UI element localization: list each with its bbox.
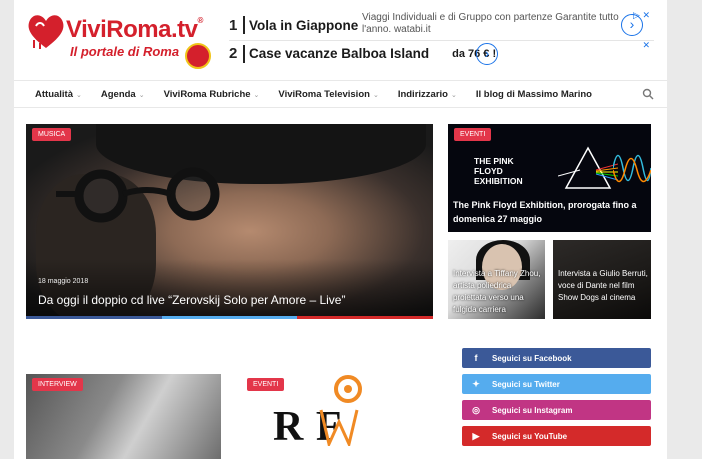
nav-item-agenda[interactable]: Agenda ⌄: [101, 89, 145, 100]
poster-title: THE PINK FLOYD EXHIBITION: [474, 156, 523, 186]
w-logo-icon: [319, 409, 359, 446]
youtube-follow-button[interactable]: ▶ Seguici su YouTube: [462, 426, 651, 446]
prism-icon: [558, 146, 618, 189]
ad-title[interactable]: Case vacanze Balboa Island: [249, 46, 429, 61]
ad-item[interactable]: 1 Vola in Giappone Viaggi Individuali e …: [229, 12, 654, 38]
article-date: 18 maggio 2018: [38, 278, 89, 285]
category-badge[interactable]: INTERVIEW: [32, 378, 83, 391]
ad-banner: 1 Vola in Giappone Viaggi Individuali e …: [229, 10, 654, 68]
youtube-icon: ▶: [472, 430, 480, 441]
instagram-icon: ◎: [472, 404, 480, 415]
nav-item-indirizzario[interactable]: Indirizzario ⌄: [398, 89, 457, 100]
twitter-icon: ✦: [472, 378, 480, 389]
page: ViviRoma.tv® Il portale di Roma 1 Vola i…: [14, 0, 667, 459]
search-icon[interactable]: [642, 88, 654, 100]
logo-name: ViviRoma.tv®: [66, 16, 203, 43]
logo-tagline: Il portale di Roma: [70, 44, 180, 59]
chevron-down-icon: ⌄: [253, 91, 260, 99]
ad-divider: [243, 44, 245, 63]
ad-title[interactable]: Vola in Giappone: [249, 18, 358, 33]
hero-image-glasses: [56, 167, 220, 223]
giulio-article[interactable]: Intervista a Giulio Berruti, voce di Dan…: [553, 240, 651, 319]
main-nav: Attualità ⌄ Agenda ⌄ ViviRoma Rubriche ⌄ Vi…: [14, 80, 667, 108]
nav-item-television[interactable]: ViviRoma Television ⌄: [278, 89, 378, 100]
tiffany-article[interactable]: Intervista a Tiffany Zhou, artista polie…: [448, 240, 545, 319]
article-title[interactable]: The Pink Floyd Exhibition, prorogata fin…: [453, 198, 648, 226]
waveform-icon: [613, 154, 651, 183]
interview-article[interactable]: INTERVIEW: [26, 374, 221, 459]
hero-shade: [26, 259, 433, 319]
ad-item[interactable]: 2 Case vacanze Balboa Island da 76 € ! ›: [229, 40, 654, 66]
adchoices-icon[interactable]: ▷ ✕: [633, 10, 650, 21]
instagram-follow-button[interactable]: ◎ Seguici su Instagram: [462, 400, 651, 420]
category-badge[interactable]: EVENTI: [454, 128, 492, 141]
category-badge[interactable]: MUSICA: [32, 128, 72, 141]
close-icon[interactable]: ✕: [642, 40, 650, 51]
article-title[interactable]: Da oggi il doppio cd live “Zerovskij Sol…: [38, 293, 345, 307]
article-title[interactable]: Intervista a Tiffany Zhou, artista polie…: [453, 268, 545, 316]
nav-item-rubriche[interactable]: ViviRoma Rubriche ⌄: [164, 89, 260, 100]
chevron-down-icon: ⌄: [450, 91, 457, 99]
category-badge[interactable]: EVENTI: [247, 378, 285, 391]
facebook-follow-button[interactable]: f Seguici su Facebook: [462, 348, 651, 368]
events-article[interactable]: EVENTI R F: [241, 374, 436, 459]
ad-divider: [243, 16, 245, 34]
ad-number: 1: [229, 16, 238, 34]
pink-floyd-article[interactable]: EVENTI THE PINK FLOYD EXHIBITION The Pin…: [448, 124, 651, 232]
twitter-follow-button[interactable]: ✦ Seguici su Twitter: [462, 374, 651, 394]
nav-item-attualita[interactable]: Attualità ⌄: [35, 89, 82, 100]
heart-logo-icon: [28, 15, 64, 49]
chevron-down-icon: ⌄: [138, 91, 145, 99]
nav-item-blog[interactable]: Il blog di Massimo Marino: [476, 89, 592, 100]
facebook-icon: f: [474, 353, 478, 363]
chevron-down-icon: ⌄: [76, 91, 82, 99]
hero-article[interactable]: MUSICA 18 maggio 2018 Da oggi il doppio …: [26, 124, 433, 319]
site-logo[interactable]: ViviRoma.tv® Il portale di Roma: [26, 10, 216, 70]
chevron-down-icon: ⌄: [372, 91, 379, 99]
eye-logo-icon: [334, 375, 362, 403]
chevron-right-icon[interactable]: ›: [476, 43, 498, 65]
ad-number: 2: [229, 45, 238, 62]
ad-description: Viaggi Individuali e di Gruppo con parte…: [362, 12, 619, 35]
article-title[interactable]: Intervista a Giulio Berruti, voce di Dan…: [558, 268, 650, 304]
seal-icon: [185, 43, 211, 69]
hero-accent-strip: [26, 316, 433, 319]
